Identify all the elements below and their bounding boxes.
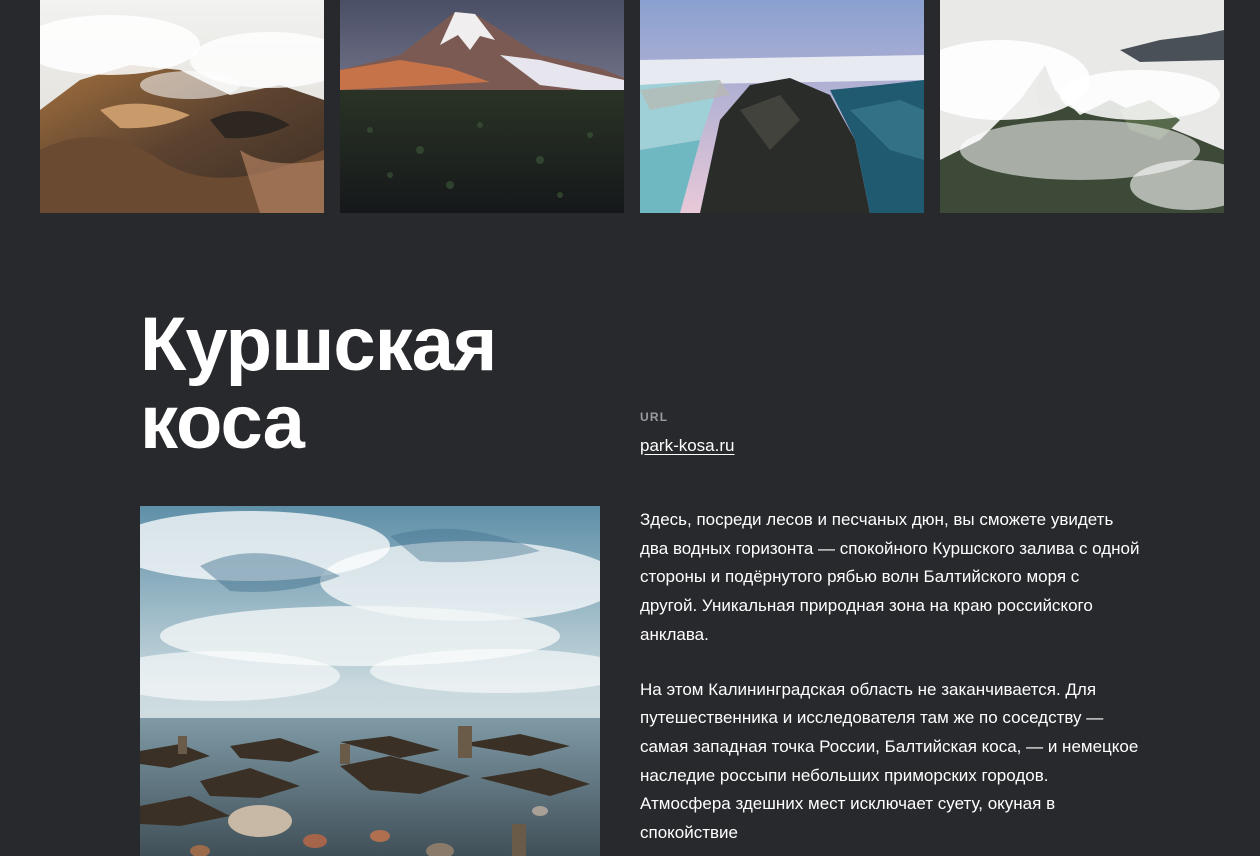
place-description: Здесь, посреди лесов и песчаных дюн, вы … — [640, 506, 1140, 856]
url-label: URL — [640, 410, 669, 424]
place-title: Куршская коса — [140, 306, 600, 462]
gallery-photo-coastal-cliff[interactable] — [640, 0, 924, 213]
place-title-line-1: Куршская — [140, 302, 497, 387]
main-photo-baltic-shore — [140, 506, 600, 856]
gallery-photo-volcano[interactable] — [340, 0, 624, 213]
place-title-line-2: коса — [140, 380, 305, 465]
website-link[interactable]: park-kosa.ru — [640, 436, 734, 456]
photo-gallery — [40, 0, 1224, 213]
gallery-photo-volcanic-crater[interactable] — [40, 0, 324, 213]
description-paragraph: Здесь, посреди лесов и песчаных дюн, вы … — [640, 510, 1140, 644]
gallery-photo-cloudy-peak[interactable] — [940, 0, 1224, 213]
description-paragraph: На этом Калининградская область не закан… — [640, 679, 1139, 843]
